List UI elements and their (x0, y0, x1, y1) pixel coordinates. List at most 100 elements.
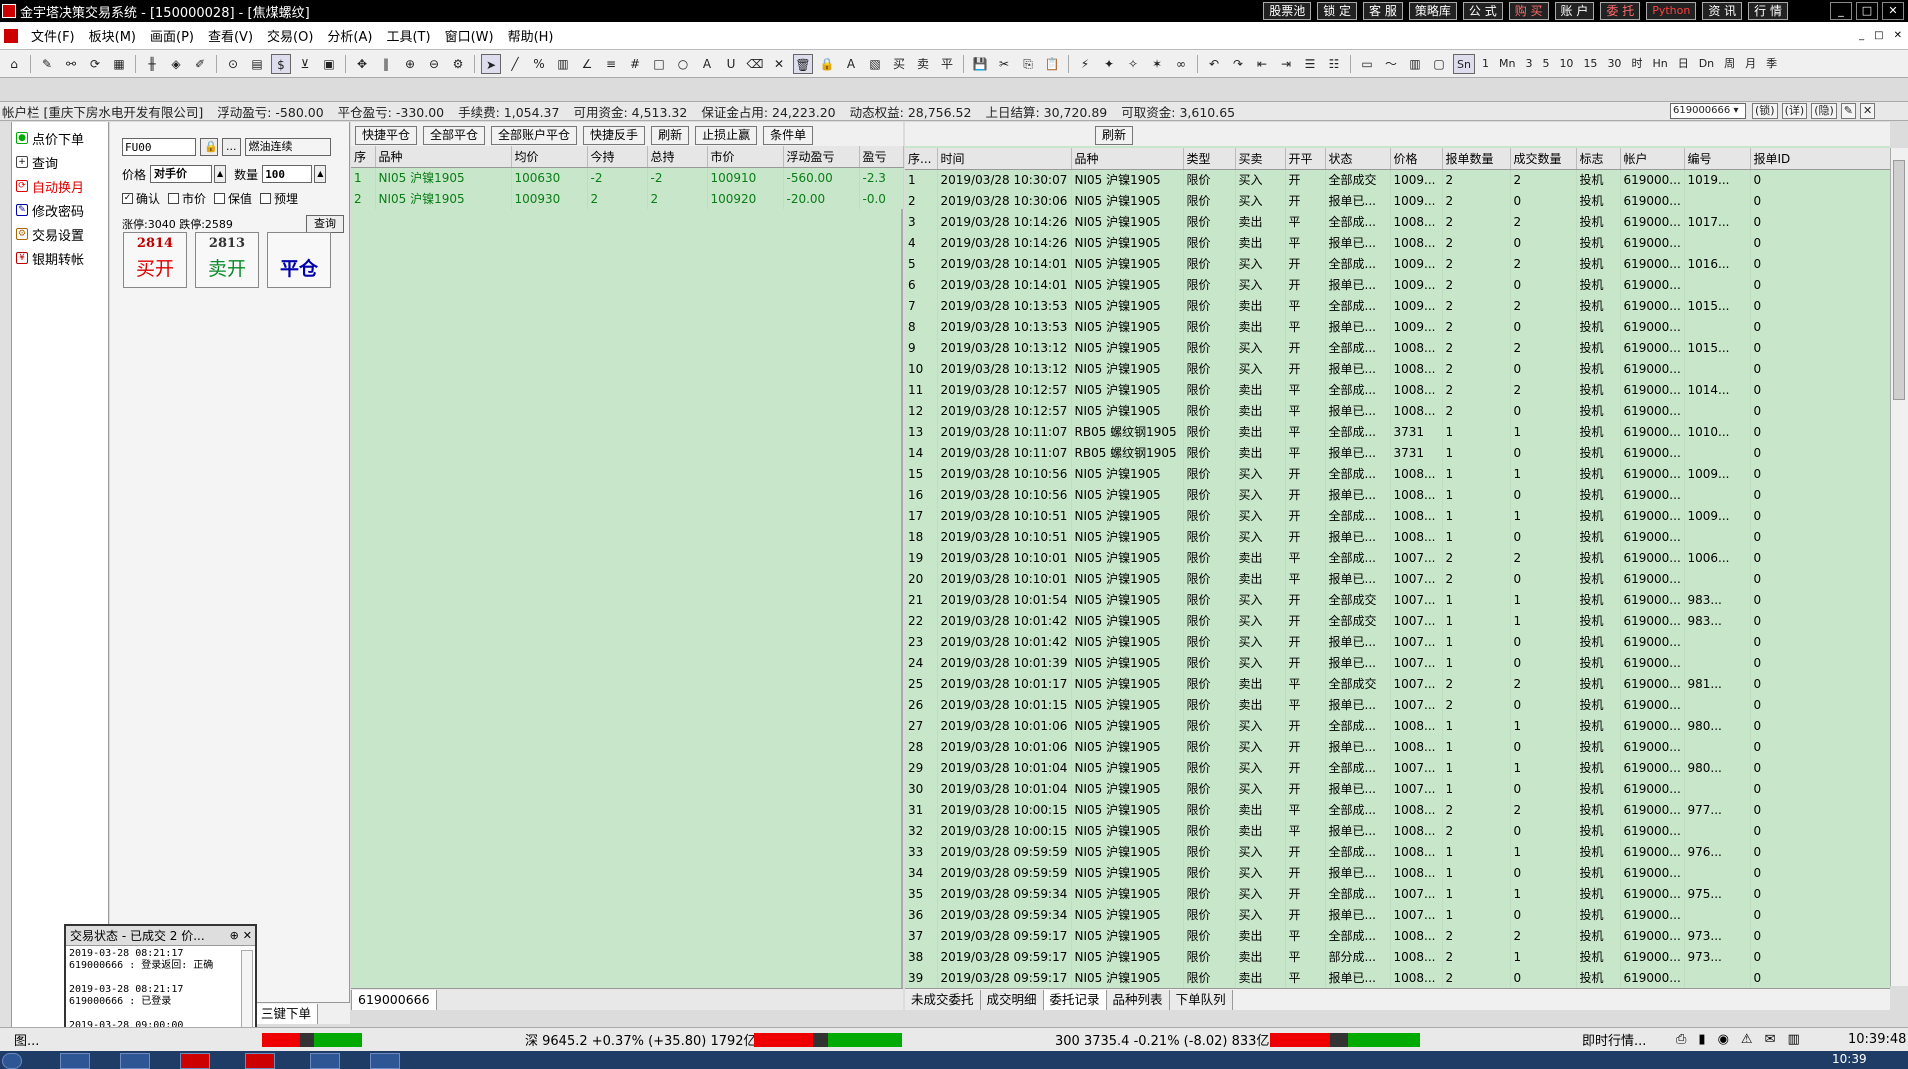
zoom-out-icon[interactable]: ⊖ (424, 54, 444, 74)
table-row[interactable]: 1 2019/03/28 10:30:07 NI05 沪镍1905 限价 买入开全部成交… (905, 169, 1891, 190)
table-row[interactable]: 4 2019/03/28 10:14:26 NI05 沪镍1905 限价 卖出平报单已.… (905, 232, 1891, 253)
close-mark-icon[interactable]: 平 (937, 54, 957, 74)
table-row[interactable]: 20 2019/03/28 10:10:01 NI05 沪镍1905 限价 卖出平报单已… (905, 568, 1891, 589)
taskbar-browser-icon[interactable] (120, 1053, 150, 1069)
menu-sector[interactable]: 板块(M) (82, 26, 143, 45)
col-product[interactable]: 品种 (375, 146, 512, 168)
popup-close-icon[interactable]: ✕ (243, 929, 252, 942)
cut-icon[interactable]: ✂ (994, 54, 1014, 74)
table-row[interactable]: 26 2019/03/28 10:01:15 NI05 沪镍1905 限价 卖出平报单已… (905, 694, 1891, 715)
col-time[interactable]: 时间 (937, 148, 1072, 170)
redo-icon[interactable]: ↷ (1228, 54, 1248, 74)
table-row[interactable]: 30 2019/03/28 10:01:04 NI05 沪镍1905 限价 买入开报单已… (905, 778, 1891, 799)
tab-orders-0[interactable]: 未成交委托 (905, 989, 981, 1010)
period-30[interactable]: 30 (1604, 54, 1624, 74)
table-row[interactable]: 6 2019/03/28 10:14:01 NI05 沪镍1905 限价 买入开报单已.… (905, 274, 1891, 295)
orders-vscrollbar[interactable] (1890, 148, 1908, 986)
lock-button[interactable]: 锁 定 (1317, 2, 1358, 20)
preset-checkbox[interactable]: 预埋 (260, 190, 298, 207)
table-row[interactable]: 37 2019/03/28 09:59:17 NI05 沪镍1905 限价 卖出平全部成… (905, 925, 1891, 946)
realtime-news[interactable]: 即时行情... (1582, 1030, 1646, 1049)
table-row[interactable]: 29 2019/03/28 10:01:04 NI05 沪镍1905 限价 买入开全部成… (905, 757, 1891, 778)
qty-input[interactable] (262, 165, 313, 183)
diamond-icon[interactable]: ◈ (166, 54, 186, 74)
period-sn[interactable]: Sn (1453, 53, 1475, 74)
menu-help[interactable]: 帮助(H) (501, 26, 561, 45)
table-row[interactable]: 31 2019/03/28 10:00:15 NI05 沪镍1905 限价 卖出平全部成… (905, 799, 1891, 820)
contract-picker-button[interactable]: ... (222, 138, 241, 156)
wand-clear-icon[interactable]: ✶ (1147, 54, 1167, 74)
save-icon[interactable]: 💾 (970, 54, 990, 74)
table-row[interactable]: 2 2019/03/28 10:30:06 NI05 沪镍1905 限价 买入开报单已.… (905, 190, 1891, 211)
tab-orders-1[interactable]: 成交明细 (980, 989, 1044, 1010)
table-row[interactable]: 28 2019/03/28 10:01:06 NI05 沪镍1905 限价 买入开报单已… (905, 736, 1891, 757)
parallel-icon[interactable]: ≡ (601, 54, 621, 74)
col-avg-price[interactable]: 均价 (511, 146, 588, 168)
battery-icon[interactable]: ▮ (1698, 1032, 1705, 1047)
table-row[interactable]: 39 2019/03/28 09:59:17 NI05 沪镍1905 限价 卖出平报单已… (905, 967, 1891, 988)
rectangle-icon[interactable]: □ (649, 54, 669, 74)
col-order-id[interactable]: 报单ID (1750, 148, 1891, 170)
table-row[interactable]: 32 2019/03/28 10:00:15 NI05 沪镍1905 限价 卖出平报单已… (905, 820, 1891, 841)
mdi-restore-icon[interactable]: □ (1874, 30, 1883, 41)
period-quarter[interactable]: 季 (1763, 54, 1780, 74)
period-mn[interactable]: Mn (1496, 54, 1518, 74)
tab-three-key-order[interactable]: 三键下单 (255, 1003, 319, 1024)
hash-icon[interactable]: # (625, 54, 645, 74)
col-account[interactable]: 帐户 (1620, 148, 1685, 170)
maximize-button[interactable]: □ (1856, 2, 1878, 20)
tab-account[interactable]: 619000666 (351, 989, 437, 1010)
calc-icon[interactable]: ▣ (319, 54, 339, 74)
news-button[interactable]: 资 讯 (1702, 2, 1743, 20)
taskbar-app-icon[interactable] (310, 1053, 340, 1069)
period-day[interactable]: 日 (1675, 54, 1692, 74)
taskbar-trading-icon[interactable] (180, 1053, 210, 1069)
binoculars-icon[interactable]: ∞ (1171, 54, 1191, 74)
table-row[interactable]: 12 2019/03/28 10:12:57 NI05 沪镍1905 限价 卖出平报单已… (905, 400, 1891, 421)
menu-tools[interactable]: 工具(T) (379, 26, 437, 45)
nav-item-settings[interactable]: ⚙ 交易设置 (12, 222, 108, 246)
col-open-close[interactable]: 开平 (1285, 148, 1326, 170)
indent-right-icon[interactable]: ⇥ (1276, 54, 1296, 74)
font-color-icon[interactable]: A (841, 54, 861, 74)
filter-icon[interactable]: ⊻ (295, 54, 315, 74)
taskbar-trading-icon[interactable] (245, 1053, 275, 1069)
underline-icon[interactable]: U (721, 54, 741, 74)
hide-toggle[interactable]: (隐) (1811, 103, 1837, 119)
draw-pen-icon[interactable]: ✎ (37, 54, 57, 74)
qty-spinner[interactable]: ▲ (314, 165, 327, 183)
table-row[interactable]: 33 2019/03/28 09:59:59 NI05 沪镍1905 限价 买入开全部成… (905, 841, 1891, 862)
buy-open-button[interactable]: 2814 买开 (123, 232, 187, 288)
wand-icon[interactable]: ⚡ (1075, 54, 1095, 74)
tab-orders-4[interactable]: 下单队列 (1169, 989, 1233, 1010)
table-row[interactable]: 13 2019/03/28 10:11:07 RB05 螺纹钢1905 限价 卖出平全部… (905, 421, 1891, 442)
alert-icon[interactable]: ⚠ (1741, 1032, 1753, 1047)
sell-mark-icon[interactable]: 卖 (913, 54, 933, 74)
tab-orders-2[interactable]: 委托记录 (1043, 989, 1107, 1010)
table-row[interactable]: 2 NI05 沪镍1905 100930 2 2 100920 -20.00 -0.0 (351, 188, 904, 209)
close-all-accounts-button[interactable]: 全部账户平仓 (491, 125, 578, 145)
account-button[interactable]: 账 户 (1554, 2, 1595, 20)
table-row[interactable]: 1 NI05 沪镍1905 100630 -2 -2 100910 -560.00 -2.3 (351, 167, 904, 188)
angle-icon[interactable]: ∠ (577, 54, 597, 74)
taskbar-app-icon[interactable] (60, 1053, 90, 1069)
table-row[interactable]: 9 2019/03/28 10:13:12 NI05 沪镍1905 限价 买入开全部成.… (905, 337, 1891, 358)
table-row[interactable]: 19 2019/03/28 10:10:01 NI05 沪镍1905 限价 卖出平全部成… (905, 547, 1891, 568)
table-row[interactable]: 27 2019/03/28 10:01:06 NI05 沪镍1905 限价 买入开全部成… (905, 715, 1891, 736)
mdi-minimize-icon[interactable]: _ (1859, 30, 1864, 41)
table-row[interactable]: 11 2019/03/28 10:12:57 NI05 沪镍1905 限价 卖出平全部成… (905, 379, 1891, 400)
quick-close-button[interactable]: 快捷平仓 (355, 125, 418, 145)
bar-chart-icon[interactable]: ▥ (1405, 54, 1425, 74)
confirm-checkbox[interactable]: ✓ 确认 (122, 190, 160, 207)
table-row[interactable]: 16 2019/03/28 10:10:56 NI05 沪镍1905 限价 买入开报单已… (905, 484, 1891, 505)
move-icon[interactable]: ✥ (352, 54, 372, 74)
orders-refresh-button[interactable]: 刷新 (1095, 125, 1134, 145)
col-order-product[interactable]: 品种 (1071, 148, 1184, 170)
period-10[interactable]: 10 (1556, 54, 1576, 74)
eraser-icon[interactable]: ⌫ (745, 54, 765, 74)
menu-trade[interactable]: 交易(O) (260, 26, 320, 45)
period-hn[interactable]: Hn (1649, 54, 1670, 74)
refresh-icon[interactable]: ⟳ (85, 54, 105, 74)
col-filled-qty[interactable]: 成交数量 (1510, 148, 1577, 170)
contract-code-input[interactable] (122, 138, 196, 156)
